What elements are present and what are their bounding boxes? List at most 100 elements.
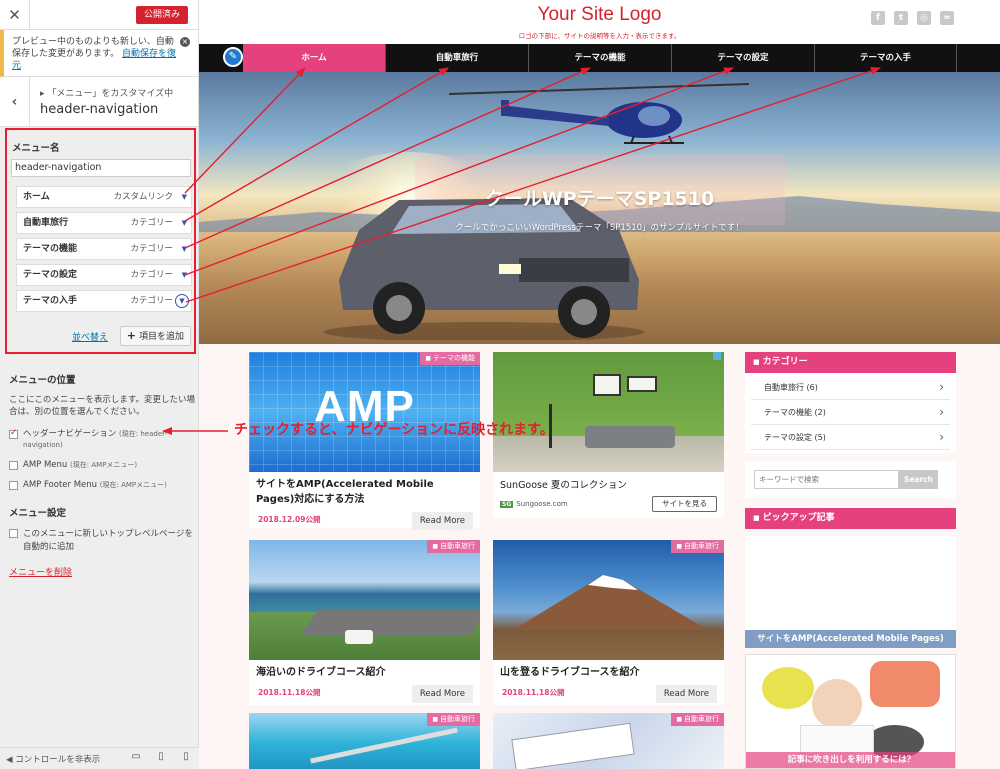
nav-item-car-travel[interactable]: 自動車旅行 [385,44,528,72]
post-date: 2018.12.09公開 [258,515,321,524]
category-tag[interactable]: 自動車旅行 [671,540,724,553]
desktop-icon[interactable]: ▭ [129,751,143,762]
menu-item-type: カテゴリー [130,270,173,280]
close-icon[interactable]: ✕ [0,0,30,30]
checkbox[interactable] [9,529,18,538]
rss-icon[interactable]: ≈ [940,11,954,25]
publish-button[interactable]: 公開済み [135,6,188,24]
edit-pencil-icon[interactable]: ✎ [223,47,243,67]
person-image [812,679,862,729]
settings-heading: メニュー設定 [9,508,67,519]
pickup-caption[interactable]: サイトをAMP(Accelerated Mobile Pages) [745,630,956,648]
read-more-button[interactable]: Read More [655,685,717,703]
menu-actions: 並べ替え + 項目を追加 [11,326,191,346]
menu-item-label: 自動車旅行 [23,218,69,228]
menu-item-type: カスタムリンク [113,192,173,202]
pickup-post[interactable]: 記事に吹き出しを利用するには？ [745,654,956,769]
social-icons: f t ◎ ≈ [862,11,954,25]
menu-editor-box: メニュー名 header-navigation ホーム カスタムリンク ▼ 自動… [5,128,196,354]
post-card[interactable]: AMP テーマの機能 サイトをAMP(Accelerated Mobile Pa… [249,352,480,530]
locations-description: ここにこのメニューを表示します。変更したい場合は、別の位置を選んでください。 [9,395,195,417]
expand-arrow-icon[interactable]: ▼ [175,294,189,308]
nav-item-get-theme[interactable]: テーマの入手 [814,44,957,72]
nav-item-home[interactable]: ホーム [243,44,385,72]
menu-item-label: ホーム [23,192,50,202]
post-title[interactable]: 海沿いのドライブコース紹介 [249,660,480,680]
ad-image[interactable] [493,352,724,472]
mobile-icon[interactable]: ▯ [179,751,193,762]
nav-item-theme-settings[interactable]: テーマの設定 [671,44,814,72]
post-card[interactable]: 自動車旅行 [249,713,480,769]
header-navigation: ✎ ホーム 自動車旅行 テーマの機能 テーマの設定 テーマの入手 [199,44,1000,72]
back-chevron-icon[interactable]: ‹ [0,77,30,127]
site-tagline: ロゴの下部に、サイトの説明等を入力・表示できます。 [518,32,681,40]
post-thumbnail[interactable]: 自動車旅行 [249,713,480,769]
menu-item-label: テーマの機能 [23,244,78,254]
dismiss-icon[interactable]: × [180,37,190,47]
ad-title[interactable]: SunGoose 夏のコレクション [493,472,724,493]
section-title: header-navigation [40,102,159,117]
category-tag[interactable]: 自動車旅行 [427,713,480,726]
post-card[interactable]: 自動車旅行 山を登るドライブコースを紹介 2018.11.18公開 Read M… [493,540,724,705]
post-thumbnail[interactable]: 自動車旅行 [249,540,480,660]
expand-arrow-icon[interactable]: ▼ [182,213,187,233]
category-link[interactable]: テーマの機能 (2) [751,400,950,425]
post-title[interactable]: サイトをAMP(Accelerated Mobile Pages)対応にする方法 [249,472,480,507]
checkbox-checked[interactable] [9,428,18,439]
pickup-caption[interactable]: 記事に吹き出しを利用するには？ [746,752,955,768]
pickup-heading: ピックアップ記事 [745,508,956,529]
add-items-button[interactable]: + 項目を追加 [119,326,191,346]
categories-heading: カテゴリー [745,352,956,373]
menu-item-theme-features[interactable]: テーマの機能 カテゴリー ▼ [16,238,192,260]
checkbox[interactable] [9,481,18,490]
category-tag[interactable]: 自動車旅行 [671,713,724,726]
facebook-icon[interactable]: f [871,11,885,25]
category-link[interactable]: テーマの設定 (5) [751,425,950,450]
checkbox[interactable] [9,461,18,470]
hide-controls-button[interactable]: ◀ コントロールを非表示 [6,753,100,765]
menu-item-home[interactable]: ホーム カスタムリンク ▼ [16,186,192,208]
device-preview-buttons: ▭ ▯ ▯ [118,751,193,762]
autosave-notice: プレビュー中のものよりも新しい、自動保存した変更があります。 自動保存を復元 × [0,30,198,77]
customizer-sidebar: ✕ 公開済み プレビュー中のものよりも新しい、自動保存した変更があります。 自動… [0,0,199,769]
menu-name-input[interactable]: header-navigation [11,159,191,177]
category-tag[interactable]: テーマの機能 [420,352,480,365]
search-input[interactable]: キーワードで検索 [754,470,899,489]
category-link[interactable]: 自動車旅行 (6) [751,375,950,400]
location-amp-menu[interactable]: AMP Menu (現在: AMPメニュー) [9,460,195,471]
menu-name-label: メニュー名 [12,143,60,154]
location-header-navigation[interactable]: ヘッダーナビゲーション (現在: header-navigation) [9,428,195,451]
site-preview: Your Site Logo ロゴの下部に、サイトの説明等を入力・表示できます。… [199,0,1000,769]
read-more-button[interactable]: Read More [411,685,473,703]
pickup-post[interactable]: AMP サイトをAMP(Accelerated Mobile Pages) [745,536,956,648]
instagram-icon[interactable]: ◎ [917,11,931,25]
ad-visit-button[interactable]: サイトを見る [652,496,717,512]
auto-add-pages-option[interactable]: このメニューに新しいトップレベルページを自動的に追加 [9,528,195,554]
post-thumbnail[interactable]: AMP テーマの機能 [249,352,480,472]
search-button[interactable]: Search [899,470,938,489]
category-tag[interactable]: 自動車旅行 [427,540,480,553]
post-title[interactable]: 山を登るドライブコースを紹介 [493,660,724,680]
tablet-icon[interactable]: ▯ [154,751,168,762]
reorder-link[interactable]: 並べ替え [72,330,108,343]
post-card[interactable]: 自動車旅行 [493,713,724,769]
menu-item-car-travel[interactable]: 自動車旅行 カテゴリー ▼ [16,212,192,234]
menu-item-label: テーマの入手 [23,296,78,306]
twitter-icon[interactable]: t [894,11,908,25]
delete-menu-link[interactable]: メニューを削除 [9,568,72,578]
delete-area: メニューを削除 [9,565,195,578]
menu-item-theme-settings[interactable]: テーマの設定 カテゴリー ▼ [16,264,192,286]
nav-item-theme-features[interactable]: テーマの機能 [528,44,671,72]
breadcrumb: ▸ 「メニュー」をカスタマイズ中 [40,89,174,99]
post-card[interactable]: 自動車旅行 海沿いのドライブコース紹介 2018.11.18公開 Read Mo… [249,540,480,705]
expand-arrow-icon[interactable]: ▼ [182,239,187,259]
post-thumbnail[interactable]: 自動車旅行 [493,540,724,660]
menu-item-get-theme[interactable]: テーマの入手 カテゴリー ▼ [16,290,192,312]
site-header: Your Site Logo ロゴの下部に、サイトの説明等を入力・表示できます。… [199,0,1000,44]
expand-arrow-icon[interactable]: ▼ [182,265,187,285]
post-thumbnail[interactable]: 自動車旅行 [493,713,724,769]
adchoices-icon[interactable] [713,352,721,360]
expand-arrow-icon[interactable]: ▼ [182,187,187,207]
location-amp-footer-menu[interactable]: AMP Footer Menu (現在: AMPメニュー) [9,480,195,491]
read-more-button[interactable]: Read More [411,512,473,530]
